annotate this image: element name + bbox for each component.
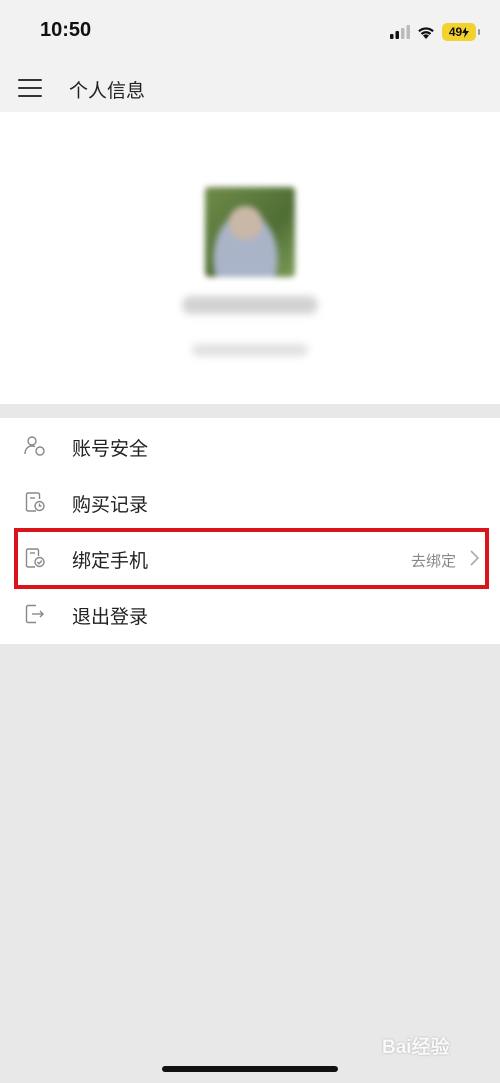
battery-level: 49 <box>448 25 463 39</box>
watermark-text: Bai经验 <box>382 1037 450 1058</box>
status-icons: 49 <box>390 22 480 42</box>
blurred-username <box>182 296 318 314</box>
status-bar: 10:50 49 <box>0 0 500 62</box>
home-indicator[interactable] <box>162 1066 338 1072</box>
bind-phone-icon <box>25 548 45 568</box>
blurred-user-info <box>192 344 308 356</box>
bind-phone-action[interactable]: 去绑定 <box>411 550 456 571</box>
logout-icon <box>25 604 44 624</box>
charging-bolt-icon <box>462 26 470 38</box>
menu-item-purchase-record[interactable]: 购买记录 <box>0 474 500 530</box>
signal-icon <box>390 25 410 39</box>
profile-card <box>0 112 500 404</box>
wifi-icon <box>418 26 434 39</box>
menu-item-label: 账号安全 <box>72 438 149 460</box>
page-header: 个人信息 <box>0 62 500 112</box>
menu-item-label: 退出登录 <box>72 606 149 628</box>
chevron-right-icon <box>470 550 480 566</box>
battery-icon: 49 <box>442 23 480 41</box>
settings-menu: 账号安全 购买记录 绑定手机 去绑定 退出登录 <box>0 418 500 644</box>
menu-item-bind-phone[interactable]: 绑定手机 去绑定 <box>0 530 500 586</box>
purchase-record-icon <box>25 492 45 512</box>
baidu-jingyan-watermark: Bai经验 <box>382 1030 482 1060</box>
menu-item-label: 购买记录 <box>72 494 149 516</box>
user-security-icon <box>24 436 45 456</box>
hamburger-menu-icon[interactable] <box>18 79 42 97</box>
menu-item-label: 绑定手机 <box>72 550 149 572</box>
status-time: 10:50 <box>40 19 92 41</box>
page-title: 个人信息 <box>69 80 146 102</box>
menu-item-account-security[interactable]: 账号安全 <box>0 418 500 474</box>
menu-item-logout[interactable]: 退出登录 <box>0 586 500 642</box>
avatar[interactable] <box>205 187 295 277</box>
